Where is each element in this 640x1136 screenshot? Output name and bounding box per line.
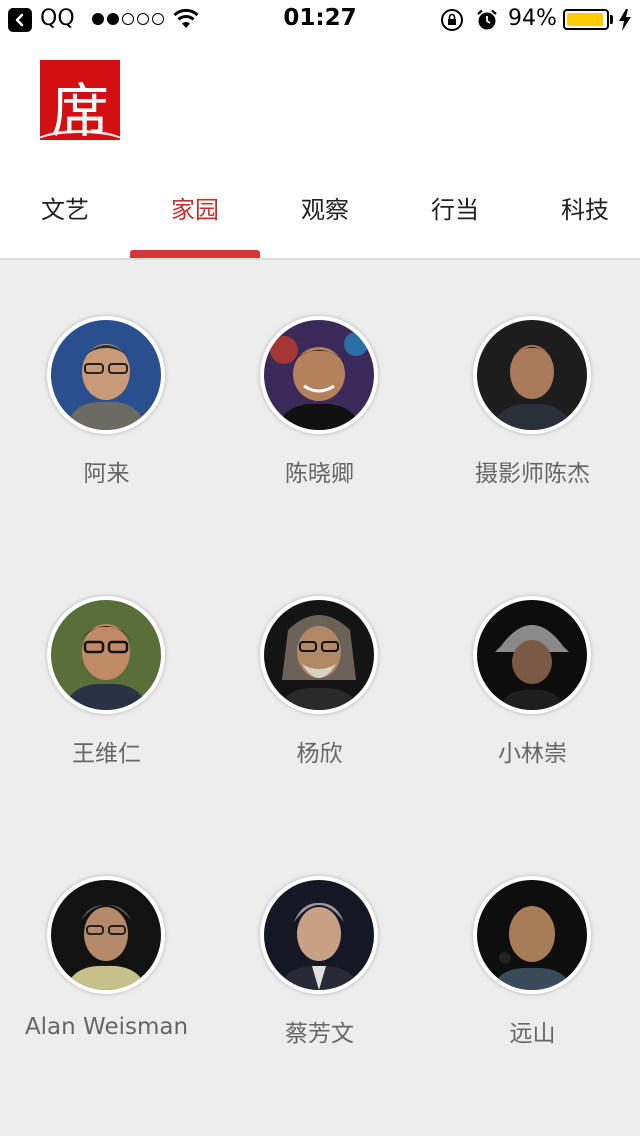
speaker-name: 王维仁 <box>72 741 141 767</box>
battery-percentage: 94% <box>508 6 557 31</box>
speaker-avatar <box>473 316 591 434</box>
speaker-item[interactable]: 王维仁 <box>0 596 213 796</box>
speaker-name: 陈晓卿 <box>285 461 354 487</box>
speaker-item[interactable]: 摄影师陈杰 <box>426 316 639 516</box>
app-header: 席 <box>0 40 640 160</box>
speaker-item[interactable]: 蔡芳文 <box>213 876 426 1076</box>
app-logo: 席 <box>40 60 120 140</box>
active-tab-indicator <box>130 250 260 258</box>
battery-icon <box>563 9 609 30</box>
speaker-avatar <box>473 596 591 714</box>
speaker-item[interactable]: 阿来 <box>0 316 213 516</box>
tab-keji[interactable]: 科技 <box>520 160 640 258</box>
speaker-name: 蔡芳文 <box>285 1021 354 1047</box>
tab-guancha[interactable]: 观察 <box>260 160 390 258</box>
charging-bolt-icon <box>619 9 631 31</box>
status-bar: QQ 01:27 94% <box>0 0 640 40</box>
speaker-avatar <box>260 876 378 994</box>
alarm-icon <box>477 9 497 30</box>
speaker-avatar <box>47 596 165 714</box>
category-tabs: 文艺 家园 观察 行当 科技 <box>0 160 640 260</box>
speaker-name: Alan Weisman <box>24 1014 189 1040</box>
speaker-item[interactable]: 远山 <box>426 876 639 1076</box>
battery-tip <box>610 15 613 24</box>
speaker-item[interactable]: Alan Weisman <box>0 876 213 1076</box>
speaker-name: 远山 <box>509 1021 556 1047</box>
tab-wenyi[interactable]: 文艺 <box>0 160 130 258</box>
speaker-avatar <box>260 596 378 714</box>
tab-jiayuan[interactable]: 家园 <box>130 160 260 258</box>
logo-text: 席 <box>50 77 109 140</box>
speaker-name: 阿来 <box>83 461 130 487</box>
speaker-avatar <box>260 316 378 434</box>
speaker-item[interactable]: 杨欣 <box>213 596 426 796</box>
speaker-name: 杨欣 <box>296 741 343 767</box>
speaker-avatar <box>47 876 165 994</box>
tab-hangdang[interactable]: 行当 <box>390 160 520 258</box>
speaker-item[interactable]: 小林崇 <box>426 596 639 796</box>
speaker-item[interactable]: 陈晓卿 <box>213 316 426 516</box>
rotation-lock-icon <box>441 9 463 31</box>
speaker-name: 摄影师陈杰 <box>475 461 590 487</box>
speaker-avatar <box>473 876 591 994</box>
speaker-name: 小林崇 <box>498 741 567 767</box>
speaker-avatar <box>47 316 165 434</box>
